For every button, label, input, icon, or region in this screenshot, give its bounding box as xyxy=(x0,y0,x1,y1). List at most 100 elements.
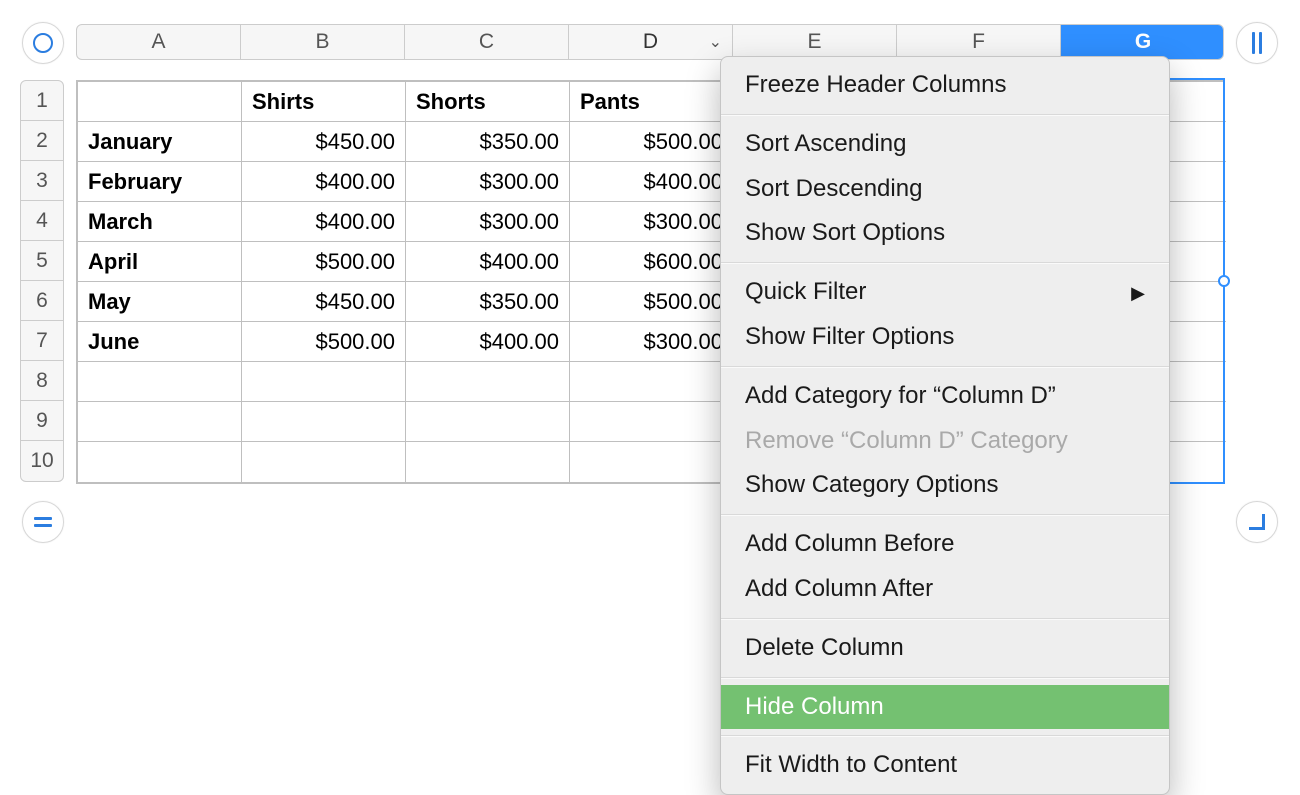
menu-item-remove-column-d-category: Remove “Column D” Category xyxy=(721,419,1169,464)
menu-item-label: Show Category Options xyxy=(745,468,998,503)
cell[interactable]: $350.00 xyxy=(406,122,570,162)
cell[interactable] xyxy=(242,442,406,482)
cell[interactable]: $300.00 xyxy=(406,162,570,202)
menu-item-label: Add Column After xyxy=(745,572,933,607)
row-header-7[interactable]: 7 xyxy=(21,321,63,361)
cell[interactable] xyxy=(406,442,570,482)
cell[interactable] xyxy=(242,362,406,402)
cell[interactable] xyxy=(78,442,242,482)
cell[interactable]: $600.00 xyxy=(570,242,734,282)
cell[interactable]: $400.00 xyxy=(406,322,570,362)
cell[interactable] xyxy=(78,82,242,122)
column-header-e[interactable]: E xyxy=(733,25,897,59)
cell[interactable]: April xyxy=(78,242,242,282)
column-header-b[interactable]: B xyxy=(241,25,405,59)
row-headers: 12345678910 xyxy=(20,80,64,482)
cell[interactable]: $300.00 xyxy=(570,322,734,362)
cell[interactable]: Shorts xyxy=(406,82,570,122)
cell[interactable] xyxy=(570,442,734,482)
menu-item-show-filter-options[interactable]: Show Filter Options xyxy=(721,315,1169,360)
cell[interactable]: $400.00 xyxy=(242,162,406,202)
row-header-5[interactable]: 5 xyxy=(21,241,63,281)
menu-item-label: Show Sort Options xyxy=(745,216,945,251)
cell[interactable]: $400.00 xyxy=(570,162,734,202)
row-header-2[interactable]: 2 xyxy=(21,121,63,161)
menu-item-fit-width-to-content[interactable]: Fit Width to Content xyxy=(721,743,1169,788)
row-header-1[interactable]: 1 xyxy=(21,81,63,121)
resize-corner-icon xyxy=(1249,514,1265,530)
menu-item-delete-column[interactable]: Delete Column xyxy=(721,626,1169,671)
submenu-arrow-icon: ▶ xyxy=(1131,280,1145,306)
menu-item-label: Quick Filter xyxy=(745,275,866,310)
rows-icon xyxy=(34,517,52,527)
cell[interactable] xyxy=(406,402,570,442)
cell[interactable]: March xyxy=(78,202,242,242)
column-header-a[interactable]: A xyxy=(77,25,241,59)
column-context-menu: Freeze Header Columns Sort Ascending Sort … xyxy=(720,56,1170,795)
cell[interactable]: January xyxy=(78,122,242,162)
menu-item-freeze-header-columns[interactable]: Freeze Header Columns xyxy=(721,63,1169,108)
row-header-3[interactable]: 3 xyxy=(21,161,63,201)
cell[interactable]: $450.00 xyxy=(242,282,406,322)
menu-item-show-category-options[interactable]: Show Category Options xyxy=(721,463,1169,508)
cell[interactable]: June xyxy=(78,322,242,362)
row-header-10[interactable]: 10 xyxy=(21,441,63,481)
cell[interactable] xyxy=(242,402,406,442)
column-header-d[interactable]: D⌄ xyxy=(569,25,733,59)
menu-separator xyxy=(721,735,1169,737)
cell[interactable]: Shirts xyxy=(242,82,406,122)
menu-item-hide-column[interactable]: Hide Column xyxy=(721,685,1169,730)
menu-item-add-category-for-column-d[interactable]: Add Category for “Column D” xyxy=(721,374,1169,419)
row-header-6[interactable]: 6 xyxy=(21,281,63,321)
cell[interactable]: $450.00 xyxy=(242,122,406,162)
column-header-g[interactable]: G xyxy=(1061,25,1224,59)
menu-item-label: Delete Column xyxy=(745,631,904,666)
cell[interactable]: February xyxy=(78,162,242,202)
menu-item-sort-descending[interactable]: Sort Descending xyxy=(721,167,1169,212)
resize-table-button[interactable] xyxy=(1236,501,1278,543)
row-header-4[interactable]: 4 xyxy=(21,201,63,241)
menu-separator xyxy=(721,114,1169,116)
menu-item-label: Fit Width to Content xyxy=(745,748,957,783)
cell[interactable] xyxy=(406,362,570,402)
cell[interactable]: $500.00 xyxy=(242,242,406,282)
menu-item-label: Hide Column xyxy=(745,690,884,725)
menu-separator xyxy=(721,514,1169,516)
column-header-c[interactable]: C xyxy=(405,25,569,59)
cell[interactable] xyxy=(570,362,734,402)
menu-item-label: Add Column Before xyxy=(745,527,954,562)
menu-item-label: Show Filter Options xyxy=(745,320,954,355)
cell[interactable]: $500.00 xyxy=(570,122,734,162)
cell[interactable] xyxy=(78,402,242,442)
menu-item-show-sort-options[interactable]: Show Sort Options xyxy=(721,211,1169,256)
menu-item-label: Sort Ascending xyxy=(745,127,906,162)
cell[interactable]: $400.00 xyxy=(242,202,406,242)
menu-item-label: Add Category for “Column D” xyxy=(745,379,1056,414)
cell[interactable]: $500.00 xyxy=(242,322,406,362)
column-header-f[interactable]: F xyxy=(897,25,1061,59)
menu-separator xyxy=(721,262,1169,264)
chevron-down-icon[interactable]: ⌄ xyxy=(709,32,722,52)
menu-item-sort-ascending[interactable]: Sort Ascending xyxy=(721,122,1169,167)
menu-separator xyxy=(721,618,1169,620)
menu-item-quick-filter[interactable]: Quick Filter ▶ xyxy=(721,270,1169,315)
cell[interactable]: $300.00 xyxy=(570,202,734,242)
menu-item-add-column-before[interactable]: Add Column Before xyxy=(721,522,1169,567)
cell[interactable]: $400.00 xyxy=(406,242,570,282)
menu-item-add-column-after[interactable]: Add Column After xyxy=(721,567,1169,612)
cell[interactable]: $350.00 xyxy=(406,282,570,322)
cell[interactable]: $300.00 xyxy=(406,202,570,242)
cell[interactable] xyxy=(570,402,734,442)
column-headers: ABCD⌄EFG xyxy=(76,24,1224,60)
cell[interactable]: $500.00 xyxy=(570,282,734,322)
cell[interactable]: May xyxy=(78,282,242,322)
menu-item-label: Sort Descending xyxy=(745,172,922,207)
cell[interactable] xyxy=(78,362,242,402)
row-header-8[interactable]: 8 xyxy=(21,361,63,401)
add-row-button[interactable] xyxy=(22,501,64,543)
cell[interactable]: Pants xyxy=(570,82,734,122)
add-column-button[interactable] xyxy=(1236,22,1278,64)
row-header-9[interactable]: 9 xyxy=(21,401,63,441)
select-all-button[interactable] xyxy=(22,22,64,64)
menu-item-label: Remove “Column D” Category xyxy=(745,424,1068,459)
